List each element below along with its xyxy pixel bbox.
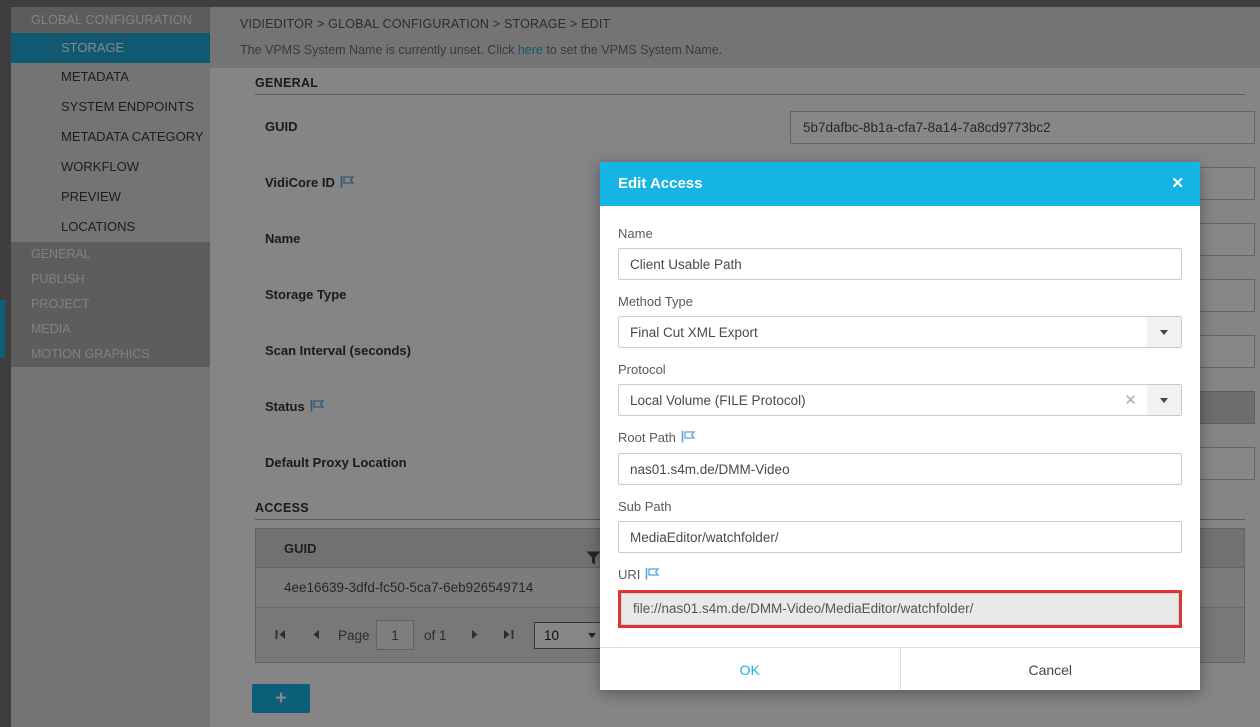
modal-sub-path-label: Sub Path	[618, 499, 1182, 514]
modal-uri-label: URI	[618, 567, 1182, 583]
root-path-label-text: Root Path	[618, 430, 676, 445]
dialog-footer: OK Cancel	[600, 647, 1200, 690]
dialog-body: Name Method Type Final Cut XML Export Pr…	[600, 206, 1200, 628]
flag-icon	[680, 430, 696, 446]
uri-readonly-field: file://nas01.s4m.de/DMM-Video/MediaEdito…	[621, 593, 1179, 625]
flag-icon	[644, 567, 660, 583]
modal-name-input[interactable]	[618, 248, 1182, 280]
dialog-title: Edit Access	[618, 175, 703, 192]
method-type-value: Final Cut XML Export	[619, 325, 1147, 340]
modal-protocol-label: Protocol	[618, 362, 1182, 377]
app-window: GLOBAL CONFIGURATION STORAGE METADATA SY…	[0, 0, 1260, 727]
dialog-header: Edit Access ✕	[600, 162, 1200, 206]
cancel-button[interactable]: Cancel	[901, 648, 1201, 690]
root-path-input[interactable]	[618, 453, 1182, 485]
dropdown-arrow-button[interactable]	[1147, 385, 1181, 415]
close-icon[interactable]: ✕	[1171, 174, 1184, 192]
sub-path-input[interactable]	[618, 521, 1182, 553]
clear-icon[interactable]: ✕	[1124, 391, 1137, 409]
ok-button[interactable]: OK	[600, 648, 901, 690]
modal-method-type-label: Method Type	[618, 294, 1182, 309]
modal-name-label: Name	[618, 226, 1182, 241]
chevron-down-icon	[1160, 330, 1168, 335]
dropdown-arrow-button[interactable]	[1147, 317, 1181, 347]
modal-root-path-label: Root Path	[618, 430, 1182, 446]
protocol-select[interactable]: Local Volume (FILE Protocol) ✕	[618, 384, 1182, 416]
protocol-value: Local Volume (FILE Protocol)	[619, 393, 1124, 408]
method-type-select[interactable]: Final Cut XML Export	[618, 316, 1182, 348]
uri-label-text: URI	[618, 567, 640, 582]
edit-access-dialog: Edit Access ✕ Name Method Type Final Cut…	[600, 162, 1200, 690]
uri-highlight-box: file://nas01.s4m.de/DMM-Video/MediaEdito…	[618, 590, 1182, 628]
chevron-down-icon	[1160, 398, 1168, 403]
